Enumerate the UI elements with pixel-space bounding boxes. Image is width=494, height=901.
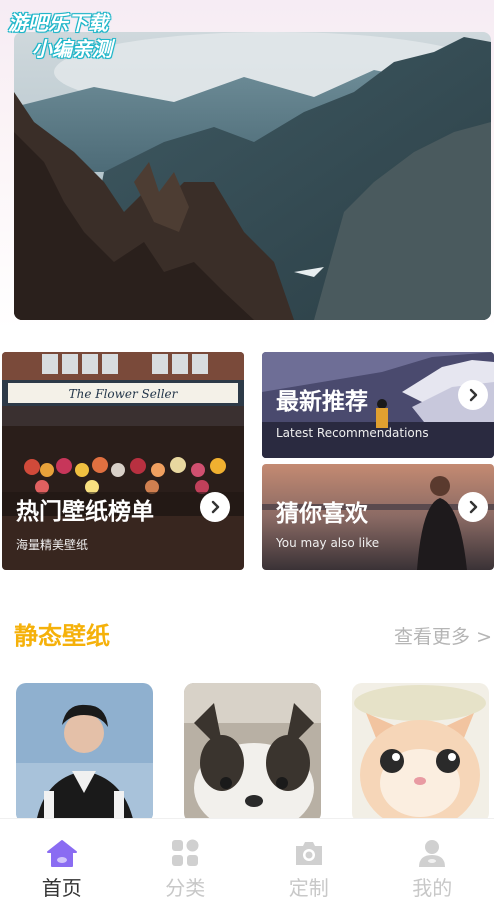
tile-latest[interactable]: 最新推荐 Latest Recommendations [262, 352, 494, 458]
guess-arrow-button[interactable] [458, 492, 488, 522]
watermark: 游吧乐下载 小编亲测 [8, 10, 112, 62]
wallpaper-thumb[interactable] [16, 683, 153, 823]
man-portrait-image [16, 683, 153, 823]
hero-banner[interactable] [14, 32, 491, 320]
tile-guess-you-like[interactable]: 猜你喜欢 You may also like [262, 464, 494, 570]
tab-custom[interactable]: 定制 [247, 819, 371, 901]
tab-category-label: 分类 [165, 876, 206, 900]
watermark-line2: 小编亲测 [32, 37, 112, 61]
tab-category[interactable]: 分类 [124, 819, 248, 901]
dog-image [184, 683, 321, 823]
grid-icon [169, 837, 201, 868]
mountain-image [14, 32, 491, 320]
tile-hot-wallpapers[interactable]: The Flower Seller 热门壁纸榜单 海量精美壁纸 [2, 352, 244, 570]
latest-subtitle: Latest Recommendations [276, 426, 429, 440]
hot-title: 热门壁纸榜单 [16, 499, 154, 525]
chevron-right-icon [469, 388, 478, 402]
camera-icon [293, 837, 325, 868]
guess-title: 猜你喜欢 [276, 501, 368, 527]
tab-profile[interactable]: 我的 [371, 819, 494, 901]
wallpaper-thumb[interactable] [352, 683, 489, 823]
bottom-tab-bar: 首页 分类 定制 我的 [0, 818, 494, 901]
shop-sign: The Flower Seller [69, 387, 179, 401]
tab-custom-label: 定制 [288, 876, 329, 900]
tab-home[interactable]: 首页 [0, 819, 124, 901]
guess-subtitle: You may also like [276, 536, 380, 550]
latest-title: 最新推荐 [276, 389, 368, 415]
user-icon [416, 837, 448, 868]
chevron-right-icon [469, 500, 478, 514]
home-icon [46, 837, 78, 868]
hot-arrow-button[interactable] [200, 492, 230, 522]
latest-arrow-button[interactable] [458, 380, 488, 410]
wallpaper-thumb[interactable] [184, 683, 321, 823]
tab-home-label: 首页 [41, 876, 82, 900]
kitten-image [352, 683, 489, 823]
chevron-right-icon [211, 500, 220, 514]
section-title: 静态壁纸 [14, 622, 110, 650]
watermark-line1: 游吧乐下载 [8, 11, 108, 35]
tab-profile-label: 我的 [412, 876, 453, 900]
hot-subtitle: 海量精美壁纸 [16, 538, 89, 552]
view-more-link[interactable]: 查看更多 > [394, 622, 492, 649]
